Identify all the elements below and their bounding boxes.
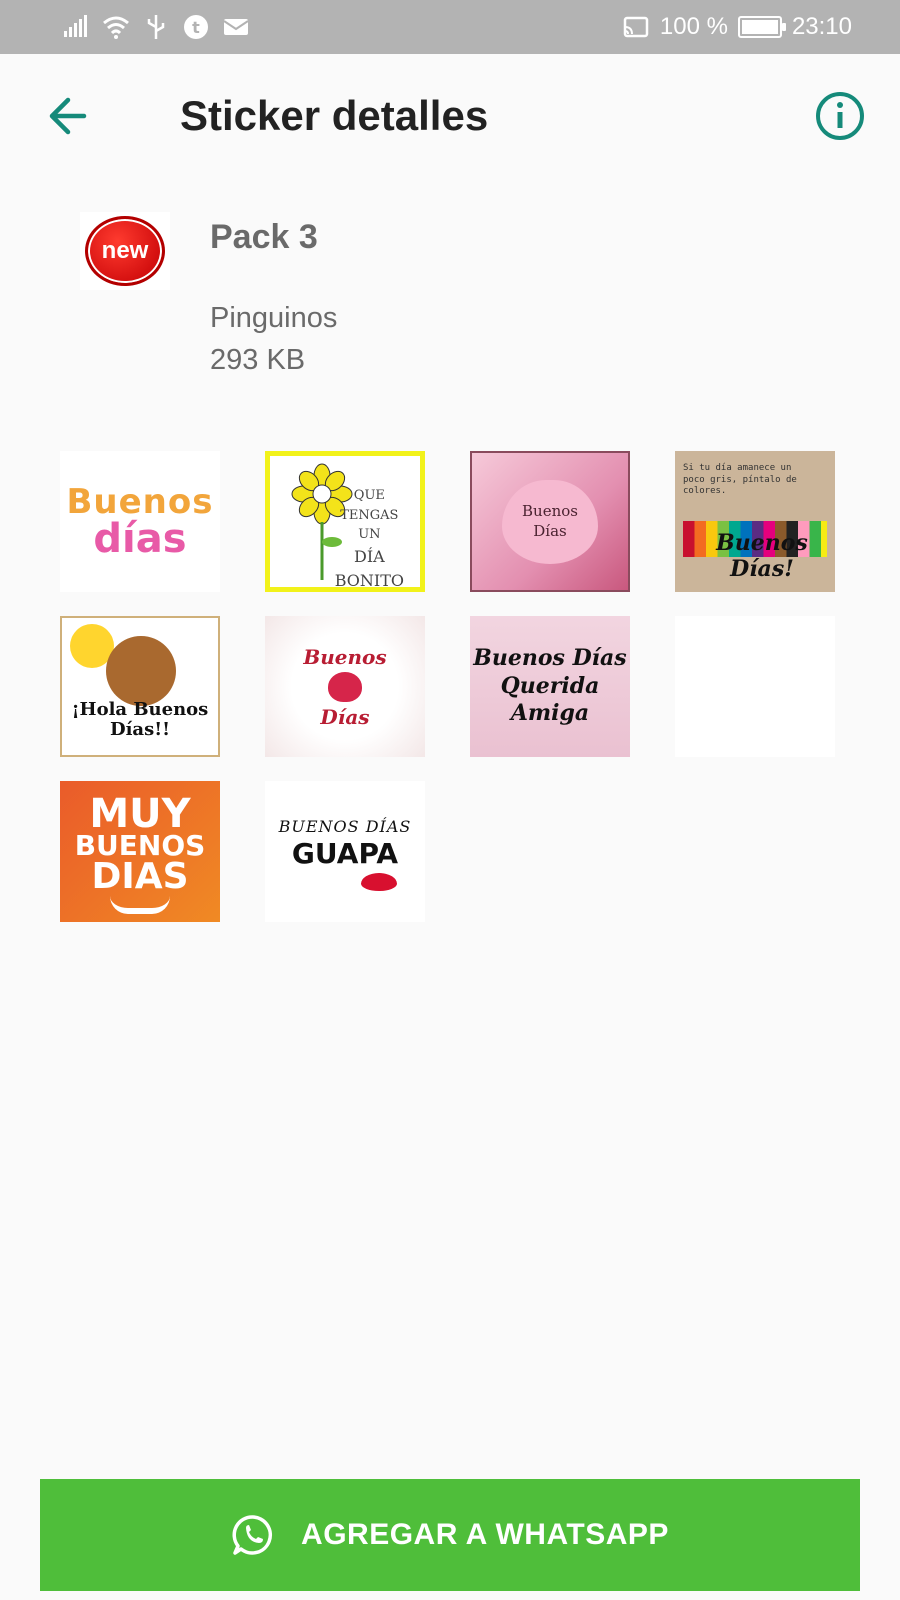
sticker-bear-hola-buenos-dias[interactable]: ¡Hola Buenos Días!!	[60, 616, 220, 757]
signal-icon	[64, 15, 87, 37]
add-to-whatsapp-button[interactable]: AGREGAR A WHATSAPP	[40, 1479, 860, 1591]
battery-percent: 100 %	[659, 13, 728, 40]
sticker-text: Buenos	[522, 502, 578, 520]
teddy-bear-image	[106, 636, 176, 706]
sticker-buenos-dias-colorful[interactable]: Buenos días	[60, 451, 220, 592]
status-icons-right: 100 % 23:10	[622, 12, 852, 42]
sticker-text: BUENOS DÍAS	[278, 817, 412, 836]
heart-image	[328, 671, 362, 702]
sticker-text-block: Buenos Días Querida Amiga	[470, 645, 630, 728]
pack-name: Pack 3	[210, 218, 318, 256]
sticker-muy-buenos-dias[interactable]: MUY BUENOS DIAS	[60, 781, 220, 922]
arrow-back-icon[interactable]	[44, 92, 96, 140]
cast-icon	[623, 16, 649, 38]
heart-frame: Buenos Días	[502, 479, 598, 564]
sticker-text: días	[93, 515, 187, 562]
clock: 23:10	[791, 13, 852, 40]
mail-icon	[223, 19, 249, 35]
battery-fill	[741, 20, 778, 34]
whatsapp-icon	[232, 1515, 273, 1555]
add-button-label: AGREGAR A WHATSAPP	[301, 1518, 669, 1551]
new-badge: new	[85, 216, 165, 286]
sticker-text: DÍA	[354, 546, 385, 566]
sticker-text: Buenos	[66, 481, 214, 522]
sticker-text: MUY	[89, 791, 191, 838]
pack-size: 293 KB	[210, 344, 306, 376]
sticker-text: Buenos Días	[473, 645, 627, 672]
sticker-sunflower-que-tengas[interactable]: QUE TENGAS UN DÍA BONITO	[265, 451, 425, 592]
sticker-text: Querida Amiga	[500, 672, 600, 727]
sticker-heart-buenos-dias[interactable]: Buenos Días	[470, 451, 630, 592]
sticker-text-block: ¡Hola Buenos Días!!	[62, 698, 218, 741]
sticker-text: Buenos Días!	[716, 530, 808, 582]
sticker-text-block: QUE TENGAS UN DÍA BONITO	[334, 486, 404, 590]
sticker-text: Buenos	[303, 644, 387, 669]
info-icon[interactable]	[814, 90, 866, 142]
notification-icon: t	[184, 15, 208, 39]
sticker-text: ¡Hola Buenos	[71, 698, 209, 720]
sticker-text: DIAS	[91, 855, 189, 897]
app-bar: Sticker detalles	[0, 54, 900, 178]
sticker-buenos-dias-guapa[interactable]: BUENOS DÍAS GUAPA	[265, 781, 425, 922]
usb-icon	[147, 15, 165, 39]
pack-tray-icon: new	[80, 212, 170, 290]
sticker-text: Días!!	[109, 719, 171, 741]
sticker-roses-buenos-dias[interactable]: Buenos Días	[265, 616, 425, 757]
sticker-querida-amiga[interactable]: Buenos Días Querida Amiga	[470, 616, 630, 757]
sticker-text: TENGAS	[340, 507, 399, 523]
status-bar: t 100 % 23:10	[0, 0, 900, 54]
status-icons-left: t	[62, 12, 250, 42]
sticker-text: Días	[533, 521, 567, 540]
battery-icon	[737, 16, 786, 38]
sticker-text-block: Buenos Días	[303, 646, 386, 728]
svg-text:t: t	[192, 18, 200, 37]
sticker-text-block: MUY BUENOS DIAS	[75, 791, 206, 897]
sticker-text: QUE	[353, 488, 385, 503]
sticker-text: Si tu día amanece un poco gris, píntalo …	[683, 463, 797, 497]
sticker-text: GUAPA	[291, 837, 399, 870]
lips-image	[361, 873, 397, 891]
sticker-text: BONITO	[334, 570, 404, 590]
sticker-pencils-buenos-dias[interactable]: Si tu día amanece un poco gris, píntalo …	[675, 451, 835, 592]
page-title: Sticker detalles	[180, 92, 489, 139]
sticker-text: UN	[358, 527, 381, 542]
sticker-text: Días	[320, 704, 370, 729]
smile-shape	[110, 896, 170, 914]
sticker-blank[interactable]	[675, 616, 835, 757]
pack-publisher: Pinguinos	[210, 302, 338, 334]
wifi-icon	[103, 16, 129, 39]
